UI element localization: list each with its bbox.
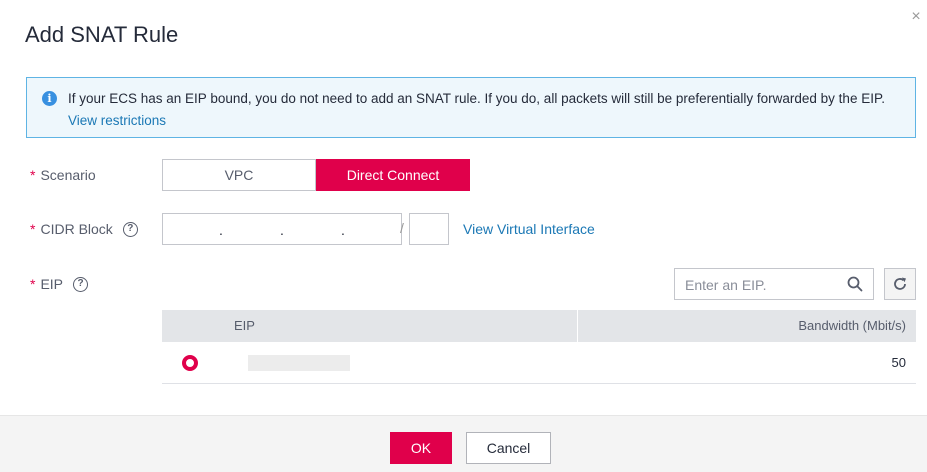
ip-separator: . (341, 222, 345, 238)
eip-label: * EIP ? (30, 276, 89, 292)
alert-text: If your ECS has an EIP bound, you do not… (68, 88, 908, 132)
scenario-label: * Scenario (30, 167, 96, 183)
alert-message: If your ECS has an EIP bound, you do not… (68, 91, 885, 106)
required-mark: * (30, 221, 36, 237)
cidr-block-label: * CIDR Block ? (30, 221, 138, 237)
row-radio-selected[interactable] (182, 354, 198, 371)
cidr-slash: / (400, 220, 404, 236)
eip-search-input[interactable]: Enter an EIP. (674, 268, 874, 300)
eip-table: EIP Bandwidth (Mbit/s) 50 (162, 310, 916, 384)
cidr-ip-input[interactable]: . . . (162, 213, 402, 245)
eip-label-text: EIP (40, 276, 64, 292)
table-row[interactable]: 50 (162, 342, 916, 384)
required-mark: * (30, 276, 36, 292)
ok-button[interactable]: OK (390, 432, 452, 464)
refresh-icon (894, 277, 906, 290)
header-select (162, 310, 234, 342)
info-alert: i If your ECS has an EIP bound, you do n… (26, 77, 916, 138)
ip-separator: . (219, 222, 223, 238)
search-placeholder: Enter an EIP. (685, 277, 767, 293)
cidr-block-label-text: CIDR Block (40, 221, 113, 237)
dialog-title: Add SNAT Rule (25, 22, 179, 47)
view-restrictions-link[interactable]: View restrictions (68, 113, 166, 128)
cancel-button[interactable]: Cancel (466, 432, 551, 464)
close-icon[interactable]: × (908, 9, 924, 25)
masked-eip-address (248, 354, 350, 371)
help-icon[interactable]: ? (73, 276, 89, 292)
info-icon: i (42, 91, 57, 106)
table-header: EIP Bandwidth (Mbit/s) (162, 310, 916, 342)
required-mark: * (30, 167, 36, 183)
view-virtual-interface-link[interactable]: View Virtual Interface (463, 221, 595, 237)
header-bandwidth: Bandwidth (Mbit/s) (798, 318, 906, 333)
ip-separator: . (280, 222, 284, 238)
refresh-button[interactable] (884, 268, 916, 300)
scenario-selector: VPC Direct Connect (162, 159, 470, 191)
dialog-footer: OK Cancel (0, 415, 927, 472)
scenario-option-direct-connect[interactable]: Direct Connect (316, 159, 470, 191)
header-eip: EIP (234, 310, 578, 342)
cidr-mask-input[interactable] (409, 213, 449, 245)
scenario-label-text: Scenario (40, 167, 96, 183)
scenario-option-vpc[interactable]: VPC (162, 159, 316, 191)
bandwidth-value: 50 (891, 355, 906, 370)
help-icon[interactable]: ? (122, 221, 138, 237)
search-icon[interactable] (847, 276, 863, 292)
add-snat-rule-dialog: Add SNAT Rule × i If your ECS has an EIP… (0, 0, 927, 472)
